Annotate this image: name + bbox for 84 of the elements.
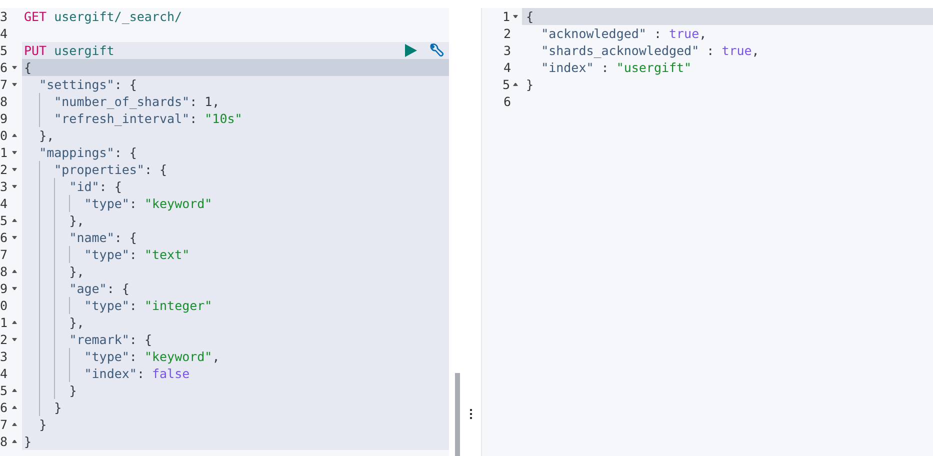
- fold-icon[interactable]: [12, 406, 17, 409]
- code-line: "properties": {: [24, 161, 168, 178]
- line-number: 7: [0, 246, 9, 263]
- line-number: 5: [502, 76, 510, 93]
- fold-icon[interactable]: [12, 440, 17, 443]
- line-number: 1: [0, 314, 9, 331]
- line-number: 1: [0, 144, 9, 161]
- fold-icon[interactable]: [513, 15, 518, 18]
- line-number: 3: [0, 178, 9, 195]
- fold-icon[interactable]: [12, 338, 17, 341]
- code-line: "name": {: [24, 229, 137, 246]
- line-number: 6: [0, 399, 9, 416]
- line-number: 4: [503, 59, 511, 76]
- code-line: "index": false: [24, 365, 190, 382]
- fold-icon[interactable]: [12, 168, 17, 171]
- line-number: 2: [0, 161, 9, 178]
- fold-icon[interactable]: [12, 287, 17, 290]
- line-number: 6: [503, 93, 511, 110]
- fold-icon[interactable]: [12, 66, 17, 69]
- code-line: {: [526, 8, 534, 25]
- line-number: 3: [503, 42, 511, 59]
- fold-icon[interactable]: [513, 83, 518, 86]
- code-line: }: [24, 399, 62, 416]
- line-number: 9: [0, 280, 9, 297]
- line-number: 2: [0, 331, 9, 348]
- line-number: 8: [0, 433, 9, 450]
- code-line: "number_of_shards": 1,: [24, 93, 220, 110]
- line-number: 9: [0, 110, 9, 127]
- line-number: 5: [0, 382, 9, 399]
- fold-icon[interactable]: [12, 321, 17, 324]
- fold-icon[interactable]: [12, 134, 17, 137]
- line-number: 3: [0, 348, 9, 365]
- code-line: "acknowledged" : true,: [540, 25, 707, 42]
- code-line: "id": {: [24, 178, 122, 195]
- fold-icon[interactable]: [12, 151, 17, 154]
- code-line: "age": {: [24, 280, 130, 297]
- fold-icon[interactable]: [12, 219, 17, 222]
- play-icon[interactable]: [405, 44, 417, 57]
- code-line: }: [24, 433, 32, 450]
- code-line: }: [526, 76, 534, 93]
- code-line: },: [24, 314, 84, 331]
- code-line: PUT usergift: [24, 42, 114, 59]
- code-line: }: [38, 416, 47, 433]
- code-line: "mappings": {: [38, 144, 137, 161]
- line-number: 4: [0, 195, 9, 212]
- line-number: 4: [0, 25, 9, 42]
- code-line: {: [24, 59, 32, 76]
- code-line: "settings": {: [38, 76, 137, 93]
- code-line: GET usergift/_search/: [24, 8, 182, 25]
- line-number: 6: [0, 229, 9, 246]
- line-number: 0: [0, 127, 9, 144]
- code-line: "shards_acknowledged" : true,: [540, 42, 760, 59]
- line-number: 2: [503, 25, 511, 42]
- code-line: "type": "integer": [24, 297, 212, 314]
- line-number: 0: [0, 297, 9, 314]
- resize-handle-icon[interactable]: [468, 408, 472, 420]
- fold-icon[interactable]: [12, 236, 17, 239]
- code-line: }: [24, 382, 77, 399]
- line-number: 3: [0, 8, 9, 25]
- code-line: "remark": {: [24, 331, 152, 348]
- code-line: "type": "keyword": [24, 195, 212, 212]
- wrench-icon[interactable]: [429, 42, 445, 58]
- line-number: 8: [0, 263, 9, 280]
- line-number: 4: [0, 365, 9, 382]
- line-number: 7: [0, 416, 9, 433]
- code-line: },: [24, 212, 84, 229]
- code-line: },: [38, 127, 54, 144]
- line-number: 8: [0, 93, 9, 110]
- line-number: 5: [0, 42, 9, 59]
- fold-icon[interactable]: [12, 83, 17, 86]
- line-number: 6: [0, 59, 9, 76]
- line-number: 7: [0, 76, 9, 93]
- code-line: "refresh_interval": "10s": [24, 110, 242, 127]
- code-line: },: [24, 263, 84, 280]
- line-number: 5: [0, 212, 9, 229]
- fold-icon[interactable]: [12, 270, 17, 273]
- fold-icon[interactable]: [12, 185, 17, 188]
- fold-icon[interactable]: [12, 423, 17, 426]
- code-line: "type": "keyword",: [24, 348, 220, 365]
- line-number: 1: [502, 8, 510, 25]
- code-line: "type": "text": [24, 246, 190, 263]
- fold-icon[interactable]: [12, 389, 17, 392]
- code-line: "index" : "usergift": [540, 59, 692, 76]
- scrollbar-thumb[interactable]: [455, 373, 460, 456]
